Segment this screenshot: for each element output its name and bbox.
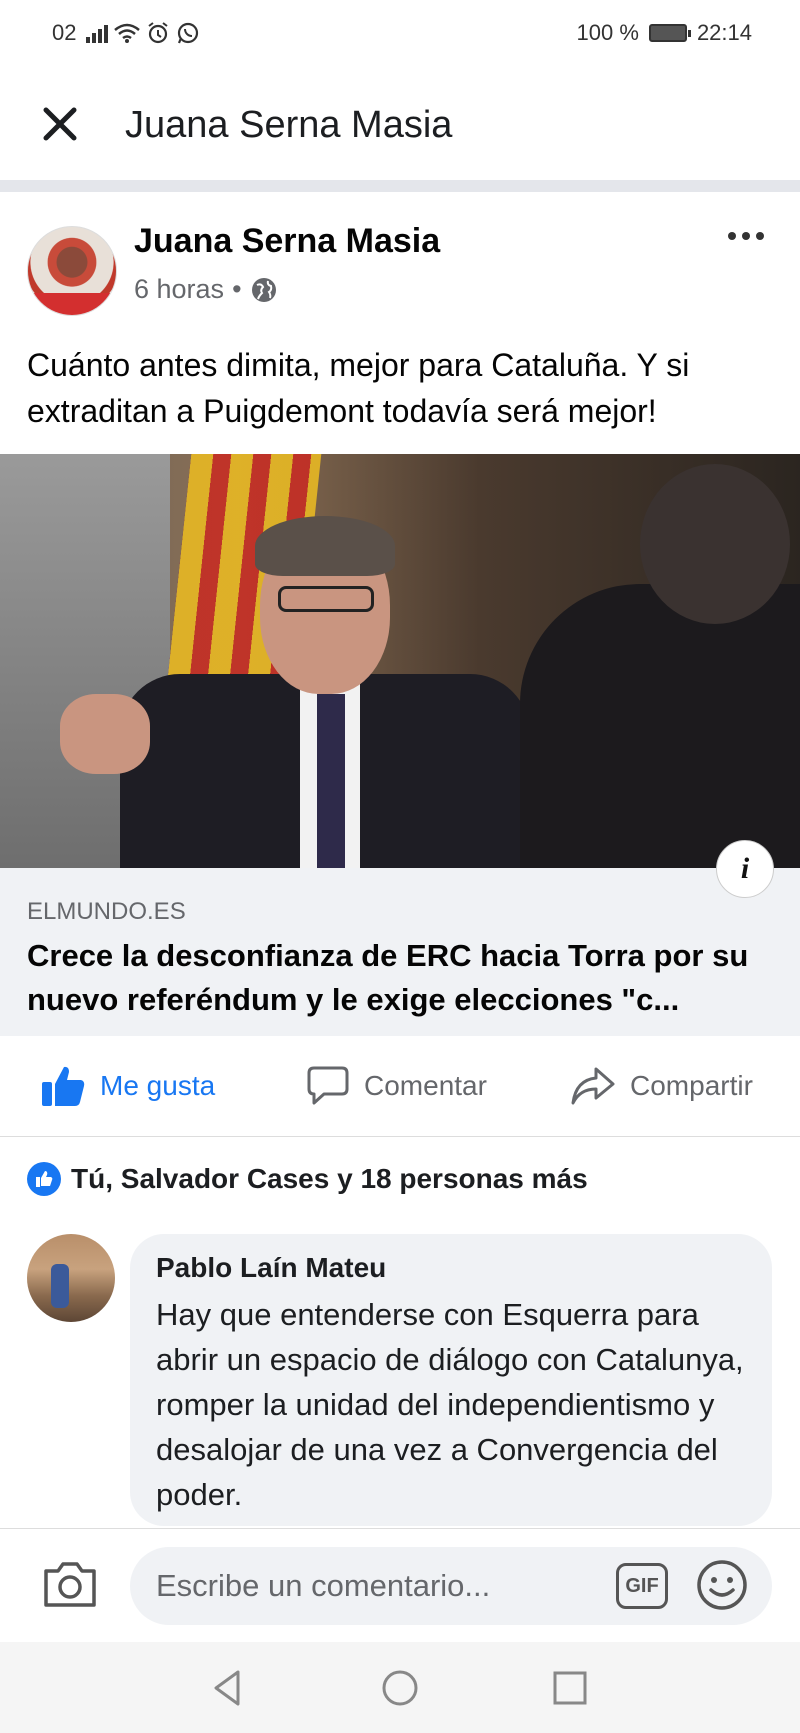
page-title: Juana Serna Masia bbox=[125, 104, 453, 146]
comment-button[interactable]: Comentar bbox=[306, 1060, 487, 1112]
signal-icon bbox=[86, 23, 109, 43]
comment-label: Comentar bbox=[364, 1070, 487, 1101]
post-author[interactable]: Juana Serna Masia bbox=[134, 222, 440, 261]
battery-percent: 100 % bbox=[576, 20, 639, 45]
link-title: Crece la desconfianza de ERC hacia Torra… bbox=[27, 938, 749, 1017]
alarm-icon bbox=[148, 22, 169, 44]
comment-composer: GIF bbox=[0, 1528, 800, 1643]
link-preview[interactable]: ELMUNDO.ES Crece la desconfianza de ERC … bbox=[0, 868, 800, 1036]
like-reaction-icon bbox=[27, 1162, 61, 1196]
battery-icon bbox=[648, 24, 691, 42]
comment-text: Hay que entenderse con Esquerra para abr… bbox=[156, 1297, 744, 1512]
clock: 22:14 bbox=[696, 20, 752, 45]
carrier-label: 02 bbox=[52, 20, 77, 45]
comment-bubble[interactable]: Pablo Laín Mateu Hay que entenderse con … bbox=[130, 1234, 772, 1526]
reactions-summary[interactable]: Tú, Salvador Cases y 18 personas más bbox=[27, 1162, 588, 1196]
wifi-icon bbox=[114, 23, 141, 43]
thumbs-up-icon bbox=[42, 1066, 85, 1106]
gif-button[interactable]: GIF bbox=[616, 1563, 668, 1609]
status-bar-right: 100 % 22:14 bbox=[577, 20, 752, 46]
like-label: Me gusta bbox=[100, 1070, 216, 1101]
share-icon bbox=[571, 1067, 615, 1105]
interviewer-figure bbox=[500, 454, 800, 868]
post-time[interactable]: 6 horas bbox=[134, 274, 224, 305]
camera-icon[interactable] bbox=[42, 1559, 98, 1609]
more-options-icon[interactable] bbox=[728, 232, 764, 240]
post-actions: Me gusta Comentar Compartir bbox=[0, 1036, 800, 1137]
like-button[interactable]: Me gusta bbox=[40, 1060, 215, 1112]
whatsapp-icon bbox=[178, 22, 199, 44]
speaker-figure bbox=[60, 516, 530, 868]
status-icons bbox=[86, 21, 200, 45]
post-meta: 6 horas • bbox=[134, 274, 278, 305]
system-nav-bar bbox=[0, 1642, 800, 1733]
globe-icon bbox=[251, 277, 276, 302]
recents-nav-icon[interactable] bbox=[550, 1668, 590, 1708]
meta-separator: • bbox=[232, 274, 242, 304]
emoji-icon[interactable] bbox=[696, 1559, 748, 1611]
comment-author[interactable]: Pablo Laín Mateu bbox=[156, 1252, 386, 1284]
comment-input[interactable] bbox=[130, 1547, 772, 1625]
back-nav-icon[interactable] bbox=[208, 1668, 248, 1708]
page-header: Juana Serna Masia bbox=[0, 70, 800, 192]
post-text: Cuánto antes dimita, mejor para Cataluña… bbox=[27, 347, 690, 429]
comment-icon bbox=[307, 1066, 349, 1105]
share-button[interactable]: Compartir bbox=[570, 1060, 753, 1112]
link-domain: ELMUNDO.ES bbox=[27, 898, 186, 925]
share-label: Compartir bbox=[630, 1070, 753, 1101]
status-bar-left: 02 bbox=[52, 20, 200, 46]
info-button[interactable]: i bbox=[716, 840, 774, 898]
reactions-text: Tú, Salvador Cases y 18 personas más bbox=[71, 1163, 588, 1194]
commenter-avatar[interactable] bbox=[27, 1234, 115, 1322]
link-preview-image[interactable] bbox=[0, 454, 800, 868]
author-avatar[interactable] bbox=[27, 226, 117, 316]
status-bar: 02 100 % 22:14 bbox=[0, 0, 800, 70]
close-icon[interactable] bbox=[38, 102, 82, 146]
home-nav-icon[interactable] bbox=[380, 1668, 420, 1708]
